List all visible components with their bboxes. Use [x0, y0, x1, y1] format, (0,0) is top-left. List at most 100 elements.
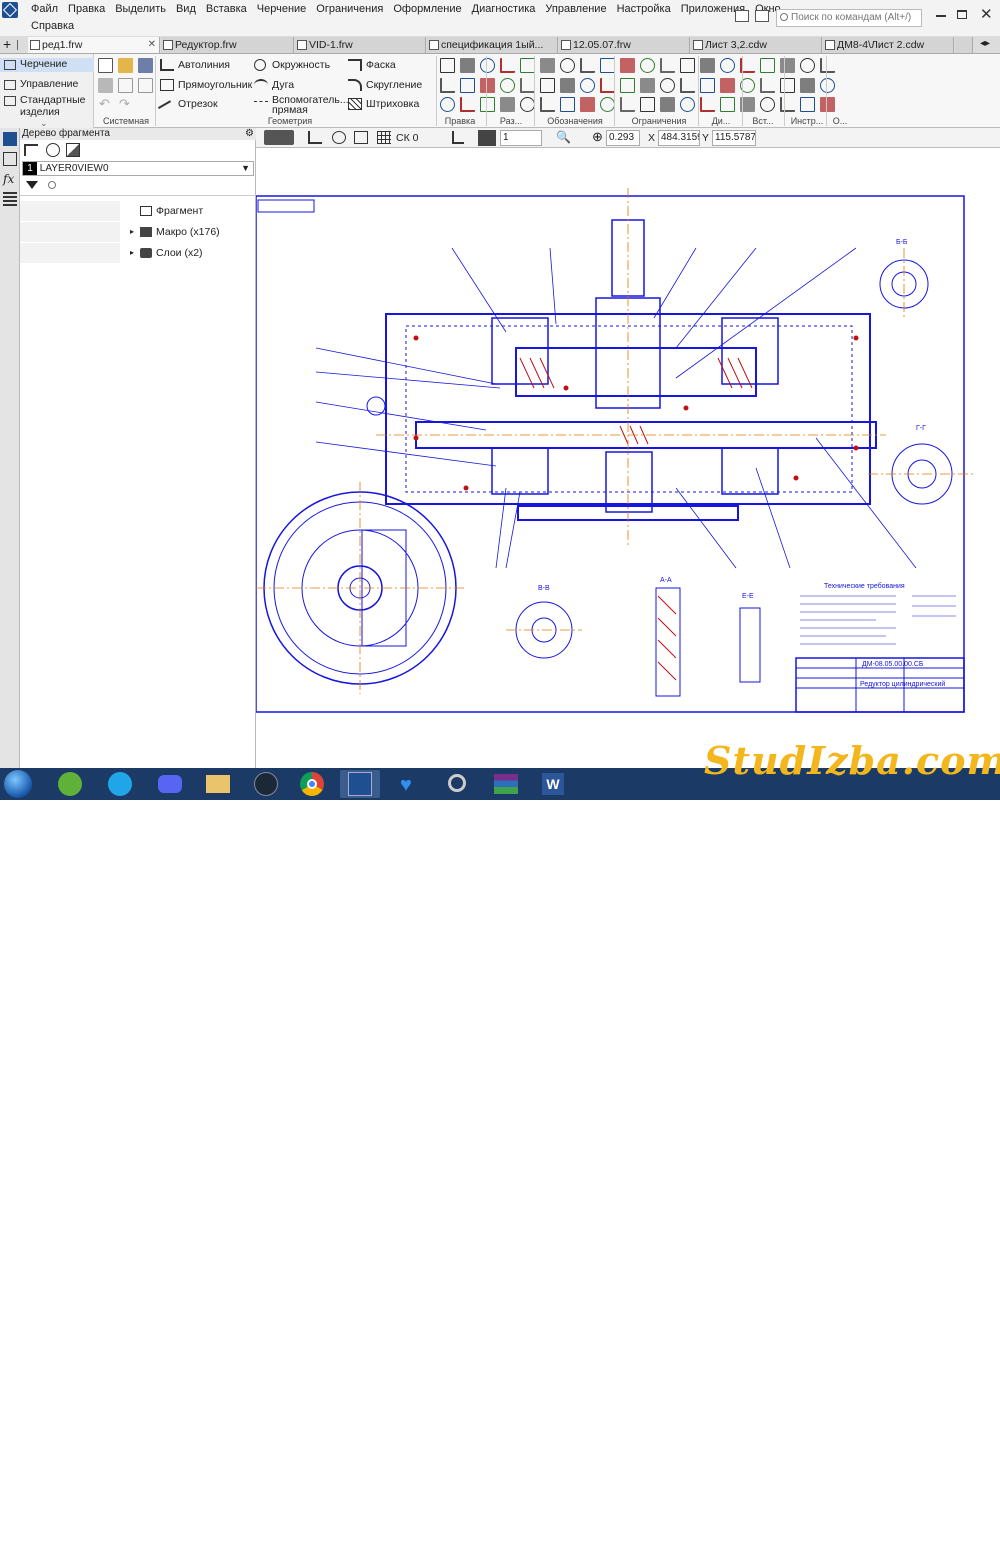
tree-item-macro[interactable]: ▸ Макро (x176) — [20, 222, 256, 242]
ribbon-tool-icon[interactable] — [580, 78, 595, 93]
restore-icon[interactable] — [957, 10, 967, 19]
expand-icon[interactable]: ▸ — [130, 243, 134, 263]
explorer-app-icon[interactable] — [198, 770, 238, 798]
ribbon-tool-icon[interactable] — [660, 97, 675, 112]
ribbon-tool-icon[interactable] — [800, 97, 815, 112]
chamfer-button[interactable]: Фаска — [348, 58, 396, 72]
layers-panel-icon[interactable] — [3, 192, 17, 206]
word-app-icon[interactable]: W — [534, 770, 574, 798]
menu-control[interactable]: Управление — [540, 2, 611, 17]
filter-icon[interactable] — [26, 181, 38, 189]
ribbon-tool-icon[interactable] — [440, 58, 455, 73]
ribbon-tool-icon[interactable] — [720, 78, 735, 93]
menu-insert[interactable]: Вставка — [201, 2, 252, 17]
ribbon-tool-icon[interactable] — [520, 58, 535, 73]
ribbon-tool-icon[interactable] — [520, 97, 535, 112]
new-doc-icon[interactable] — [98, 58, 113, 73]
undo-icon[interactable]: ↶ — [99, 96, 110, 112]
ribbon-tool-icon[interactable] — [440, 78, 455, 93]
aux-line-button[interactable]: Вспомогатель... прямая — [254, 95, 349, 115]
preview-icon[interactable] — [118, 78, 133, 93]
ribbon-tool-icon[interactable] — [800, 58, 815, 73]
ribbon-tool-icon[interactable] — [820, 58, 835, 73]
ribbon-tool-icon[interactable] — [820, 78, 835, 93]
ortho-icon[interactable] — [452, 131, 464, 144]
drawing-canvas[interactable]: Б-Б Г-Г В-В А-А Е-Е Технические требован… — [256, 148, 1000, 768]
variables-icon[interactable]: fx — [3, 172, 17, 186]
ribbon-tool-icon[interactable] — [500, 78, 515, 93]
ribbon-tool-icon[interactable] — [660, 78, 675, 93]
tabs-scroll-icon[interactable]: ◂▸ — [980, 38, 990, 49]
ribbon-tool-icon[interactable] — [800, 78, 815, 93]
ribbon-tool-icon[interactable] — [760, 78, 775, 93]
tab-close-icon[interactable]: ✕ — [148, 37, 156, 53]
zoom-field[interactable]: 0.293 — [606, 130, 640, 146]
properties-panel-icon[interactable] — [3, 152, 17, 166]
ribbon-tool-icon[interactable] — [620, 78, 635, 93]
panel-toggle-icon[interactable] — [735, 10, 749, 22]
ribbon-tool-icon[interactable] — [560, 78, 575, 93]
ribbon-tool-icon[interactable] — [760, 97, 775, 112]
mode-standard-parts[interactable]: Стандартные изделия — [0, 94, 94, 118]
ribbon-tool-icon[interactable] — [760, 58, 775, 73]
torrent-app-icon[interactable] — [50, 770, 90, 798]
chrome-app-icon[interactable] — [292, 770, 332, 798]
ribbon-tool-icon[interactable] — [540, 58, 555, 73]
style-picker-icon[interactable] — [264, 130, 294, 145]
ribbon-tool-icon[interactable] — [640, 58, 655, 73]
ribbon-tool-icon[interactable] — [600, 97, 615, 112]
ribbon-tool-icon[interactable] — [440, 97, 455, 112]
save-icon[interactable] — [138, 58, 153, 73]
coordinate-system-label[interactable]: СК 0 — [396, 131, 418, 145]
kompas-app-icon[interactable] — [340, 770, 380, 798]
properties-icon[interactable] — [138, 78, 153, 93]
ribbon-tool-icon[interactable] — [700, 97, 715, 112]
step-field[interactable]: 1 — [500, 130, 542, 146]
discord-app-icon[interactable] — [150, 770, 190, 798]
ribbon-tool-icon[interactable] — [460, 97, 475, 112]
menu-formatting[interactable]: Оформление — [388, 2, 466, 17]
ribbon-tool-icon[interactable] — [480, 58, 495, 73]
ribbon-tool-icon[interactable] — [720, 58, 735, 73]
search-app-icon[interactable] — [438, 770, 478, 798]
menu-drawing[interactable]: Черчение — [252, 2, 312, 17]
ribbon-tool-icon[interactable] — [600, 78, 615, 93]
open-folder-icon[interactable] — [118, 58, 133, 73]
ribbon-tool-icon[interactable] — [620, 97, 635, 112]
local-cs-icon[interactable] — [332, 131, 346, 144]
tree-search-icon[interactable] — [48, 181, 56, 189]
ribbon-tool-icon[interactable] — [560, 58, 575, 73]
ribbon-tool-icon[interactable] — [580, 58, 595, 73]
menu-help[interactable]: Справка — [26, 20, 79, 32]
rectangle-button[interactable]: Прямоугольник — [160, 78, 252, 92]
ribbon-tool-icon[interactable] — [780, 78, 795, 93]
ribbon-tool-icon[interactable] — [700, 58, 715, 73]
archiver-app-icon[interactable] — [486, 770, 526, 798]
ribbon-tool-icon[interactable] — [560, 97, 575, 112]
ribbon-tool-icon[interactable] — [720, 97, 735, 112]
menu-edit[interactable]: Правка — [63, 2, 110, 17]
ribbon-tool-icon[interactable] — [600, 58, 615, 73]
arc-button[interactable]: Дуга — [254, 78, 294, 92]
menu-file[interactable]: Файл — [26, 2, 63, 17]
mode-drawing[interactable]: Черчение — [0, 58, 94, 72]
ribbon-tool-icon[interactable] — [680, 58, 695, 73]
ribbon-tool-icon[interactable] — [780, 97, 795, 112]
tab-vid1[interactable]: VID-1.frw — [295, 37, 426, 53]
menu-settings[interactable]: Настройка — [612, 2, 676, 17]
ribbon-tool-icon[interactable] — [520, 78, 535, 93]
circle-button[interactable]: Окружность — [254, 58, 330, 72]
hatch-button[interactable]: Штриховка — [348, 97, 419, 111]
ribbon-tool-icon[interactable] — [500, 58, 515, 73]
mode-control[interactable]: Управление — [0, 78, 94, 92]
ribbon-tool-icon[interactable] — [640, 97, 655, 112]
tab-list32[interactable]: Лист 3,2.cdw — [691, 37, 822, 53]
ribbon-tool-icon[interactable] — [680, 97, 695, 112]
ribbon-tool-icon[interactable] — [640, 78, 655, 93]
tree-item-layers[interactable]: ▸ Слои (x2) — [20, 243, 256, 263]
tab-red1[interactable]: ред1.frw ✕ — [28, 37, 160, 53]
tab-overflow[interactable] — [955, 37, 973, 53]
close-icon[interactable]: ✕ — [980, 5, 993, 23]
ribbon-tool-icon[interactable] — [820, 97, 835, 112]
grid-icon[interactable] — [377, 131, 391, 144]
